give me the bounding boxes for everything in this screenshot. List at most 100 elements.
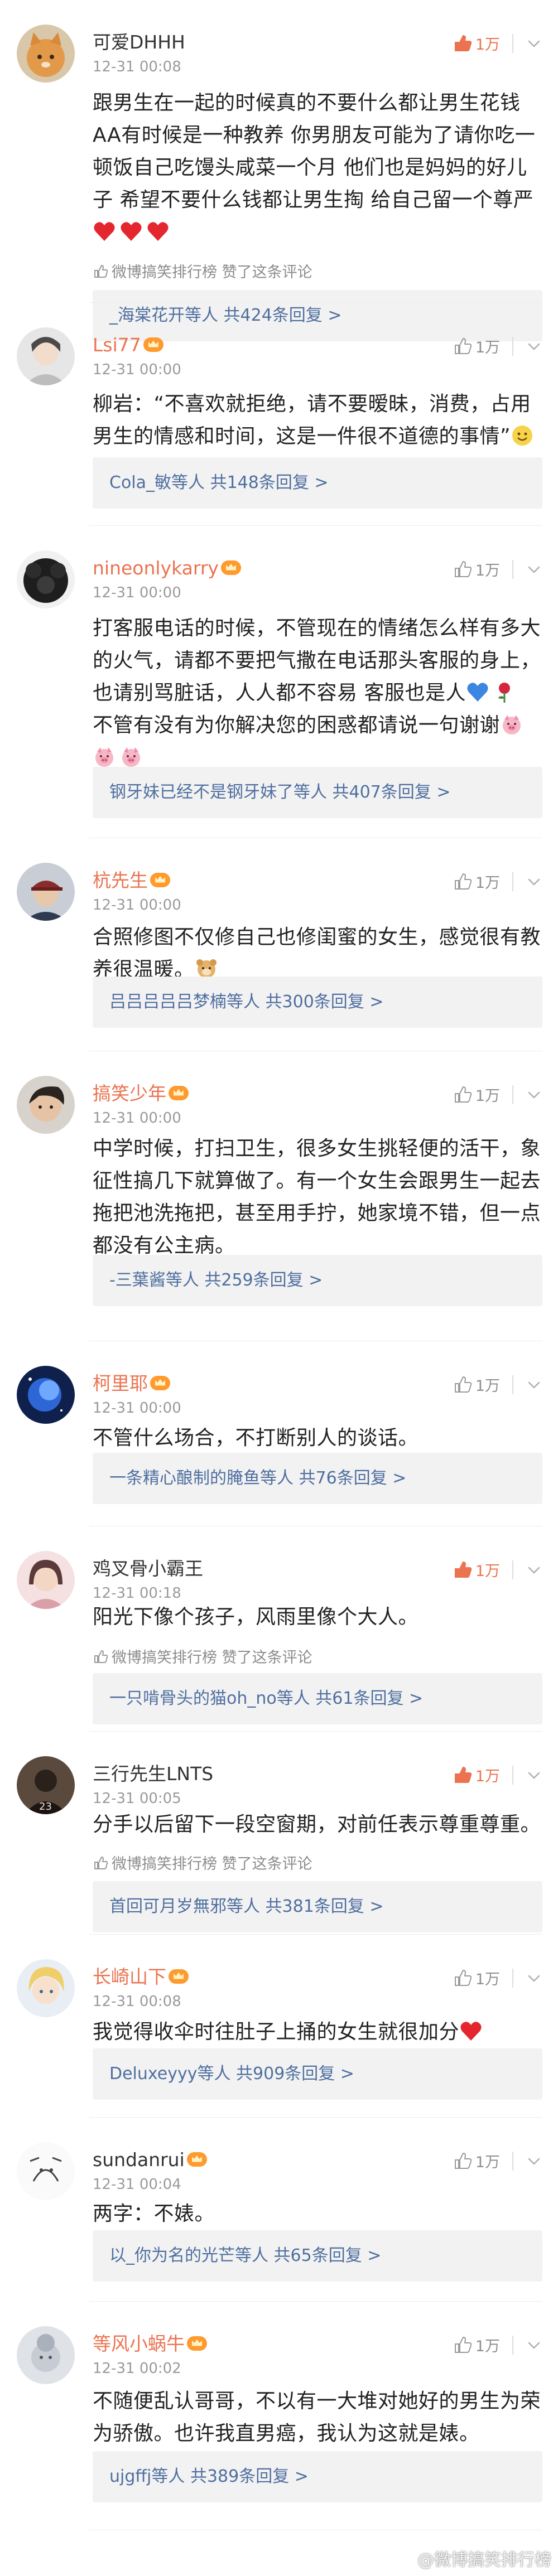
reply-users[interactable]: Deluxeyyy等人 — [109, 2064, 230, 2084]
replies-preview[interactable]: ujgffj等人 共389条回复 > — [93, 2451, 542, 2502]
replies-preview[interactable]: Deluxeyyy等人 共909条回复 > — [93, 2048, 542, 2100]
reply-users[interactable]: 钢牙妹已经不是钢牙妹了等人 — [109, 782, 327, 802]
username-link[interactable]: 可爱DHHH — [93, 30, 185, 55]
username-link[interactable]: 等风小蜗牛 — [93, 2332, 207, 2356]
reply-users[interactable]: 以_你为名的光芒等人 — [109, 2246, 268, 2265]
username-link[interactable]: Lsi77 — [93, 333, 163, 357]
comment-text: 柳岩：“不喜欢就拒绝，请不要暧昧，消费，占用 男生的情感和时间，这是一件很不道德的… — [93, 388, 542, 453]
rose-emoji — [498, 683, 510, 703]
replies-preview[interactable]: 一只啃骨头的猫oh_no等人 共61条回复 > — [93, 1673, 542, 1724]
comment-actions: 1万 — [453, 1764, 542, 1786]
like-button[interactable]: 1万 — [453, 1084, 500, 1105]
like-button[interactable]: 1万 — [453, 32, 500, 54]
vip-crown-icon — [143, 337, 163, 352]
like-button[interactable]: 1万 — [453, 871, 500, 892]
username-link[interactable]: 三行先生LNTS — [93, 1762, 213, 1786]
comment-time: 12-31 00:08 — [93, 1993, 181, 2010]
comment-line-text: 两字：不婊。 — [93, 2202, 215, 2225]
username-link[interactable]: 长崎山下 — [93, 1965, 189, 1989]
avatar[interactable] — [17, 863, 75, 921]
avatar[interactable] — [17, 2142, 75, 2200]
avatar[interactable] — [17, 1366, 75, 1424]
more-options-button[interactable] — [526, 338, 542, 355]
like-button[interactable]: 1万 — [453, 1559, 500, 1581]
reply-count-link[interactable]: 共300条回复 > — [266, 992, 384, 1012]
avatar[interactable] — [17, 1959, 75, 2017]
more-options-button[interactable] — [526, 2153, 542, 2169]
reply-count-link[interactable]: 共407条回复 > — [333, 782, 451, 802]
username-link[interactable]: nineonlykarry — [93, 556, 241, 581]
reply-count-link[interactable]: 共76条回复 > — [299, 1468, 407, 1488]
username-link[interactable]: sundanrui — [93, 2148, 207, 2172]
divider — [512, 1085, 513, 1104]
username-link[interactable]: 柯里耶 — [93, 1371, 170, 1396]
more-options-button[interactable] — [526, 561, 542, 578]
avatar[interactable] — [17, 2326, 75, 2384]
username-link[interactable]: 搞笑少年 — [93, 1081, 189, 1106]
avatar[interactable] — [17, 550, 75, 608]
like-count: 1万 — [475, 562, 500, 579]
replies-preview[interactable]: 一条精心酿制的腌鱼等人 共76条回复 > — [93, 1453, 542, 1504]
reply-count-link[interactable]: 共148条回复 > — [210, 473, 329, 492]
more-options-button[interactable] — [526, 2337, 542, 2353]
reply-users[interactable]: ujgffj等人 — [109, 2467, 185, 2486]
like-button[interactable]: 1万 — [453, 1967, 500, 1989]
reply-users[interactable]: 吕吕吕吕吕梦楠等人 — [109, 992, 260, 1012]
replies-preview[interactable]: 吕吕吕吕吕梦楠等人 共300条回复 > — [93, 977, 542, 1028]
thumbs-up-icon — [93, 263, 108, 279]
more-options-button[interactable] — [526, 35, 542, 52]
replies-preview[interactable]: 钢牙妹已经不是钢牙妹了等人 共407条回复 > — [93, 767, 542, 818]
chevron-down-icon — [526, 1767, 542, 1784]
thumbs-up-icon — [453, 1560, 472, 1579]
username-link[interactable]: 鸡叉骨小霸王 — [93, 1557, 203, 1581]
avatar[interactable] — [17, 327, 75, 385]
vip-crown-icon — [220, 560, 241, 575]
like-button[interactable]: 1万 — [453, 2150, 500, 2172]
chevron-down-icon — [526, 35, 542, 52]
comment-line-text: 柳岩：“不喜欢就拒绝，请不要暧昧，消费，占用 — [93, 393, 531, 415]
comment-actions: 1万 — [453, 558, 542, 580]
more-options-button[interactable] — [526, 1086, 542, 1103]
reply-count-link[interactable]: 共381条回复 > — [266, 1897, 384, 1916]
more-options-button[interactable] — [526, 873, 542, 890]
like-button[interactable]: 1万 — [453, 1374, 500, 1395]
reply-count-link[interactable]: 共259条回复 > — [204, 1270, 323, 1290]
reply-count-link[interactable]: 共61条回复 > — [315, 1689, 423, 1708]
like-button[interactable]: 1万 — [453, 558, 500, 580]
reply-count-link[interactable]: 共389条回复 > — [190, 2467, 309, 2486]
avatar[interactable] — [17, 25, 75, 83]
reply-count-link[interactable]: 共909条回复 > — [236, 2064, 354, 2084]
like-button[interactable]: 1万 — [453, 2334, 500, 2356]
chevron-down-icon — [526, 1376, 542, 1393]
avatar[interactable] — [17, 1551, 75, 1609]
replies-preview[interactable]: 首回可月岁無邪等人 共381条回复 > — [93, 1881, 542, 1932]
comment-line-text: 的火气，请都不要把气撒在电话那头客服的身上， — [93, 649, 541, 672]
comment-item: 23 三行先生LNTS 12-31 00:05 1万 分手以后留下一段空窗期，对前任表示… — [0, 1732, 558, 1935]
comment-item: sundanrui 12-31 00:04 1万 两字：不婊。 以_你为名的光芒等人 共… — [0, 2118, 558, 2302]
reply-count-link[interactable]: 共65条回复 > — [274, 2246, 382, 2265]
reply-users[interactable]: Cola_敏等人 — [109, 473, 205, 492]
divider — [512, 872, 513, 891]
comment-item: 搞笑少年 12-31 00:00 1万 中学时候，打扫卫生，很多女生挑轻便的活干，象征… — [0, 1051, 558, 1341]
like-button[interactable]: 1万 — [453, 335, 500, 357]
more-options-button[interactable] — [526, 1376, 542, 1393]
comment-time: 12-31 00:00 — [93, 1400, 181, 1417]
replies-preview[interactable]: -三葉酱等人 共259条回复 > — [93, 1255, 542, 1306]
replies-preview[interactable]: Cola_敏等人 共148条回复 > — [93, 457, 542, 509]
comment-header: 等风小蜗牛 12-31 00:02 1万 — [93, 2332, 542, 2377]
more-options-button[interactable] — [526, 1970, 542, 1987]
reply-users[interactable]: -三葉酱等人 — [109, 1270, 199, 1290]
avatar[interactable]: 23 — [17, 1756, 75, 1814]
reply-users[interactable]: 一条精心酿制的腌鱼等人 — [109, 1468, 294, 1488]
like-button[interactable]: 1万 — [453, 1764, 500, 1786]
reply-users[interactable]: 首回可月岁無邪等人 — [109, 1897, 260, 1916]
emoji-line — [93, 216, 542, 249]
comment-actions: 1万 — [453, 32, 542, 54]
more-options-button[interactable] — [526, 1767, 542, 1784]
more-options-button[interactable] — [526, 1562, 542, 1578]
reply-users[interactable]: 一只啃骨头的猫oh_no等人 — [109, 1689, 310, 1708]
avatar[interactable] — [17, 1076, 75, 1134]
liked-by-text: 微博搞笑排行榜 赞了这条评论 — [112, 264, 312, 281]
replies-preview[interactable]: 以_你为名的光芒等人 共65条回复 > — [93, 2230, 542, 2282]
username-link[interactable]: 杭先生 — [93, 868, 170, 893]
